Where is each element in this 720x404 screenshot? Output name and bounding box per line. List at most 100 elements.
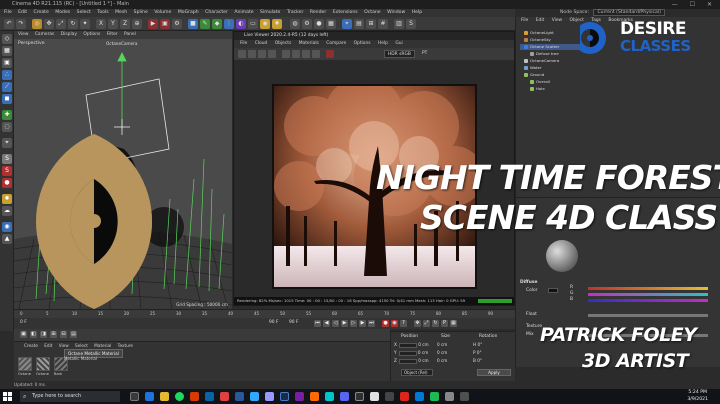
coordinate-mode-dropdown[interactable]: Object (Rel): [401, 369, 433, 376]
timeline-end-field[interactable]: 90 F: [269, 320, 279, 325]
discord-icon[interactable]: [340, 392, 349, 401]
live-select-icon[interactable]: ◎: [32, 19, 42, 29]
taskbar-clock[interactable]: 5:24 PM 3/9/2021: [687, 390, 708, 403]
menu-simulate[interactable]: Simulate: [260, 10, 280, 15]
octane-material-icon[interactable]: ●: [314, 19, 324, 29]
size-z-field[interactable]: 0 cm: [437, 358, 447, 363]
polygons-mode-icon[interactable]: ◼: [2, 94, 12, 104]
menu-modes[interactable]: Modes: [55, 10, 70, 15]
color-swatch[interactable]: [548, 288, 558, 293]
render-picture-icon[interactable]: ▣: [160, 19, 170, 29]
go-to-start-icon[interactable]: ⏮: [314, 320, 321, 327]
mm-menu-view[interactable]: View: [59, 343, 69, 348]
lv-lock-icon[interactable]: [282, 50, 290, 58]
store-icon[interactable]: [415, 392, 424, 401]
octane-camera-icon[interactable]: ◉: [2, 222, 12, 232]
terminal-icon[interactable]: [355, 392, 364, 401]
lv-menu-file[interactable]: File: [240, 41, 247, 46]
lv-menu-compare[interactable]: Compare: [326, 41, 346, 46]
object-row[interactable]: Overall: [520, 79, 580, 85]
tweak-mode-icon[interactable]: ◌: [2, 122, 12, 132]
lv-render-icon[interactable]: [326, 50, 334, 58]
menu-mesh[interactable]: Mesh: [115, 10, 127, 15]
word-icon[interactable]: [235, 392, 244, 401]
octane-light-icon[interactable]: ✹: [2, 194, 12, 204]
menu-select[interactable]: Select: [77, 10, 91, 15]
edges-mode-icon[interactable]: ⟋: [2, 82, 12, 92]
octane-record-icon[interactable]: ●: [2, 178, 12, 188]
mail-icon[interactable]: [205, 392, 214, 401]
r-slider[interactable]: [588, 287, 708, 290]
octane-s-icon[interactable]: S: [2, 166, 12, 176]
lock-icon[interactable]: ⊞: [366, 19, 376, 29]
grid-icon[interactable]: #: [378, 19, 388, 29]
prev-frame-icon[interactable]: ◁: [332, 320, 339, 327]
workplane-mode-icon[interactable]: ▣: [2, 58, 12, 68]
menu-help[interactable]: Help: [412, 10, 422, 15]
taskbar-search-input[interactable]: ⌕ Type here to search: [20, 391, 120, 402]
material-tool-4-icon[interactable]: ⊞: [50, 331, 57, 338]
menu-render[interactable]: Render: [310, 10, 326, 15]
lv-menu-objects[interactable]: Objects: [275, 41, 292, 46]
menu-window[interactable]: Window: [387, 10, 405, 15]
rot-key-icon[interactable]: ↻: [432, 320, 439, 327]
lv-region-icon[interactable]: [292, 50, 300, 58]
model-mode-icon[interactable]: ◇: [2, 34, 12, 44]
render-settings-icon[interactable]: ⚙: [172, 19, 182, 29]
next-key-icon[interactable]: ▶: [359, 320, 366, 327]
lv-pick-icon[interactable]: [312, 50, 320, 58]
settings-icon[interactable]: [385, 392, 394, 401]
node-space-dropdown[interactable]: Current (Standard/Physical): [593, 9, 665, 16]
snap-mode-icon[interactable]: ⌖: [2, 138, 12, 148]
camera-icon[interactable]: ◉: [260, 19, 270, 29]
keyframe-selection-icon[interactable]: ?: [400, 320, 407, 327]
viewport-menu-panel[interactable]: Panel: [124, 32, 136, 37]
b-slider[interactable]: [588, 299, 708, 302]
premiere-icon[interactable]: [265, 392, 274, 401]
axis-z-icon[interactable]: Z: [120, 19, 130, 29]
object-row[interactable]: OctaneLight: [520, 30, 580, 36]
material-tool-3-icon[interactable]: ◨: [40, 331, 47, 338]
menu-extensions[interactable]: Extensions: [333, 10, 358, 15]
move-icon[interactable]: ✥: [44, 19, 54, 29]
redo-icon[interactable]: ↷: [16, 19, 26, 29]
texture-mode-icon[interactable]: ▦: [2, 46, 12, 56]
menu-tracker[interactable]: Tracker: [287, 10, 304, 15]
object-row[interactable]: OctaneSky: [520, 37, 580, 43]
viewport-menu-filter[interactable]: Filter: [107, 32, 118, 37]
apply-button[interactable]: Apply: [477, 369, 511, 376]
lv-pause-icon[interactable]: [258, 50, 266, 58]
menu-file[interactable]: File: [4, 10, 12, 15]
office-icon[interactable]: [190, 392, 199, 401]
solo-icon[interactable]: S: [2, 154, 12, 164]
g-slider[interactable]: [588, 293, 708, 296]
rot-b-field[interactable]: B 0°: [473, 358, 482, 363]
scale-key-icon[interactable]: ⤢: [423, 320, 430, 327]
material-thumbnail[interactable]: [36, 357, 50, 371]
rotate-icon[interactable]: ↻: [68, 19, 78, 29]
material-tool-6-icon[interactable]: ▤: [70, 331, 77, 338]
mm-menu-create[interactable]: Create: [24, 343, 38, 348]
axis-x-icon[interactable]: X: [96, 19, 106, 29]
viewport-menu-display[interactable]: Display: [61, 32, 77, 37]
chrome-icon[interactable]: [220, 392, 229, 401]
spotify-icon[interactable]: [175, 392, 184, 401]
recent-tools-icon[interactable]: ✦: [80, 19, 90, 29]
mm-menu-texture[interactable]: Texture: [118, 343, 133, 348]
deformer-icon[interactable]: ◐: [236, 19, 246, 29]
om-menu-edit[interactable]: Edit: [536, 18, 545, 23]
lv-menu-gui[interactable]: Gui: [395, 41, 402, 46]
size-x-field[interactable]: 0 cm: [437, 342, 447, 347]
lv-stop-icon[interactable]: [268, 50, 276, 58]
menu-edit[interactable]: Edit: [18, 10, 27, 15]
rot-p-field[interactable]: P 0°: [473, 350, 482, 355]
pen-icon[interactable]: ✎: [200, 19, 210, 29]
pla-key-icon[interactable]: ▦: [450, 320, 457, 327]
floor-icon[interactable]: ▭: [248, 19, 258, 29]
menu-volume[interactable]: Volume: [154, 10, 171, 15]
octane-texture-icon[interactable]: ▦: [326, 19, 336, 29]
menu-animate[interactable]: Animate: [234, 10, 253, 15]
render-view-icon[interactable]: ▶: [148, 19, 158, 29]
workplane-icon[interactable]: ▤: [354, 19, 364, 29]
illustrator-icon[interactable]: [310, 392, 319, 401]
